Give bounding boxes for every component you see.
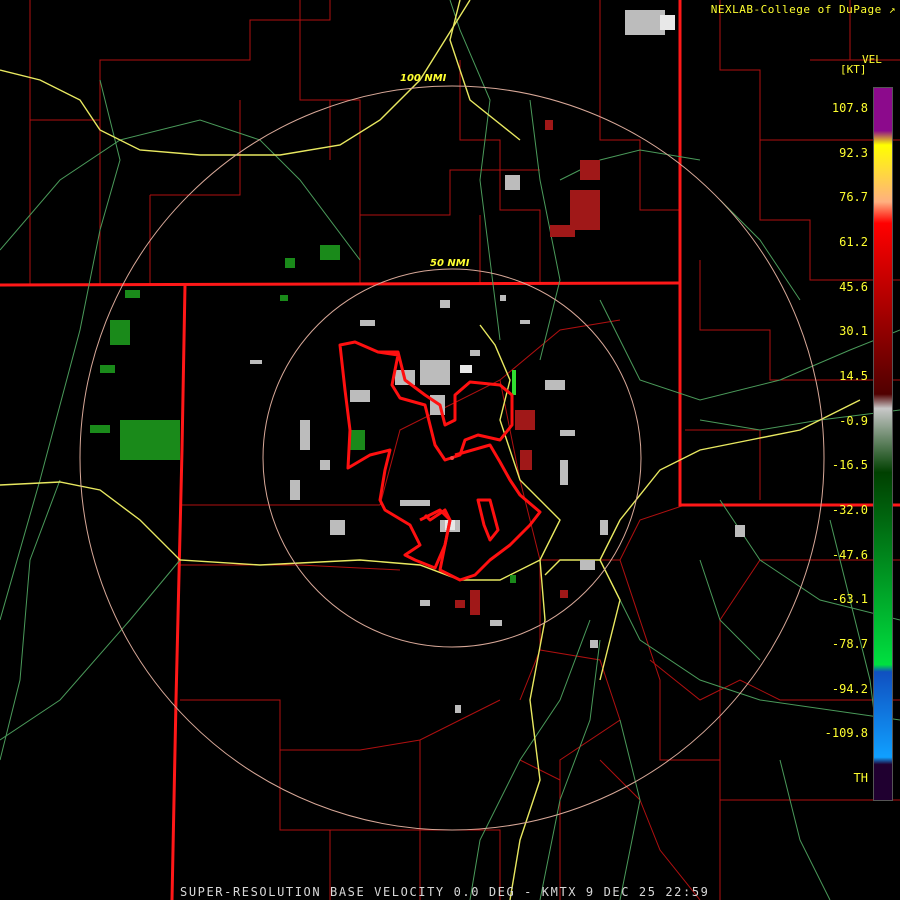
legend-label: -78.7 (831, 637, 868, 651)
product-caption: SUPER-RESOLUTION BASE VELOCITY 0.0 DEG -… (180, 885, 710, 899)
legend-label: -94.2 (831, 681, 868, 696)
legend-label: 45.6 (839, 279, 868, 294)
radar-site-marker (450, 456, 454, 460)
external-link-icon: ↗ (881, 3, 896, 16)
legend-label: 14.5 (839, 369, 868, 383)
legend-label: 76.7 (839, 190, 868, 205)
legend-label: -0.9 (839, 413, 868, 428)
legend-label: 61.2 (839, 235, 868, 249)
radar-map (0, 0, 900, 900)
legend-unit: [KT] (840, 63, 867, 76)
credit-label: NEXLAB-College of DuPage ↗ (711, 3, 896, 16)
legend-label: 30.1 (839, 324, 868, 339)
legend-label: 92.3 (839, 145, 868, 160)
legend-label: 107.8 (831, 101, 868, 115)
legend-label: -109.8 (824, 726, 868, 741)
legend-label: -32.0 (831, 503, 868, 517)
warning-polygon-inner (476, 498, 500, 542)
legend-label: TH (853, 771, 868, 785)
legend-label: -47.6 (831, 547, 868, 562)
color-scale-bar (873, 87, 893, 801)
credit-text: NEXLAB-College of DuPage (710, 3, 882, 16)
legend-label: -16.5 (831, 458, 868, 473)
legend-label: -63.1 (831, 592, 868, 607)
range-ring-label-50: 50 NMI (430, 258, 470, 269)
range-ring-label-100: 100 NMI (400, 73, 447, 84)
velocity-returns (90, 10, 745, 713)
